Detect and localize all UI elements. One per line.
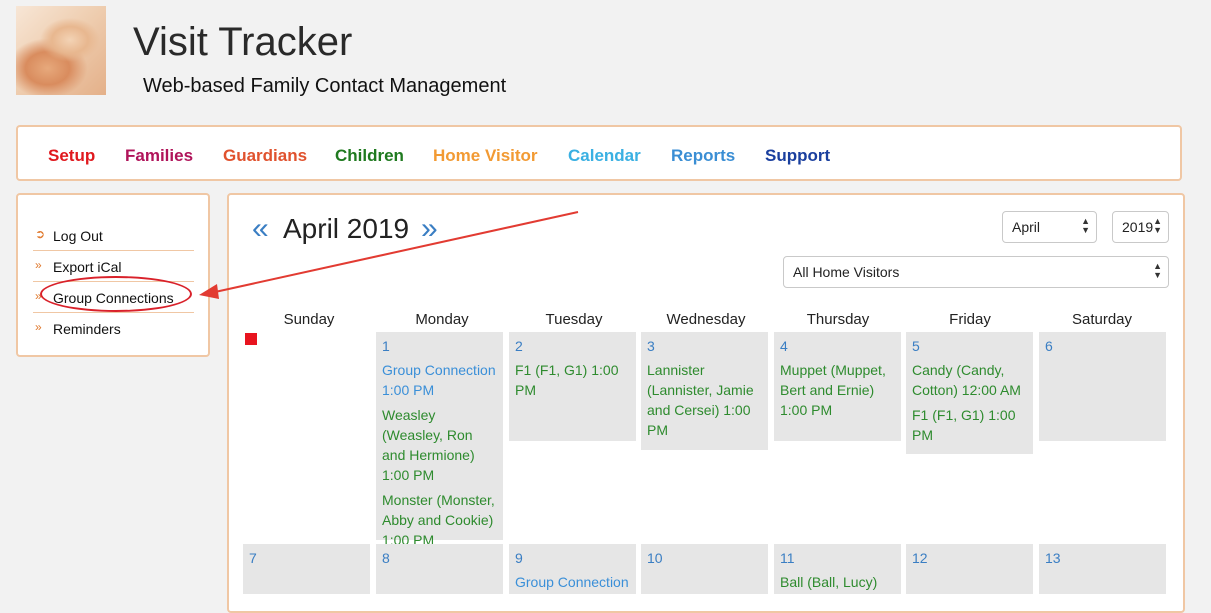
annotation-arrow: [199, 211, 579, 299]
